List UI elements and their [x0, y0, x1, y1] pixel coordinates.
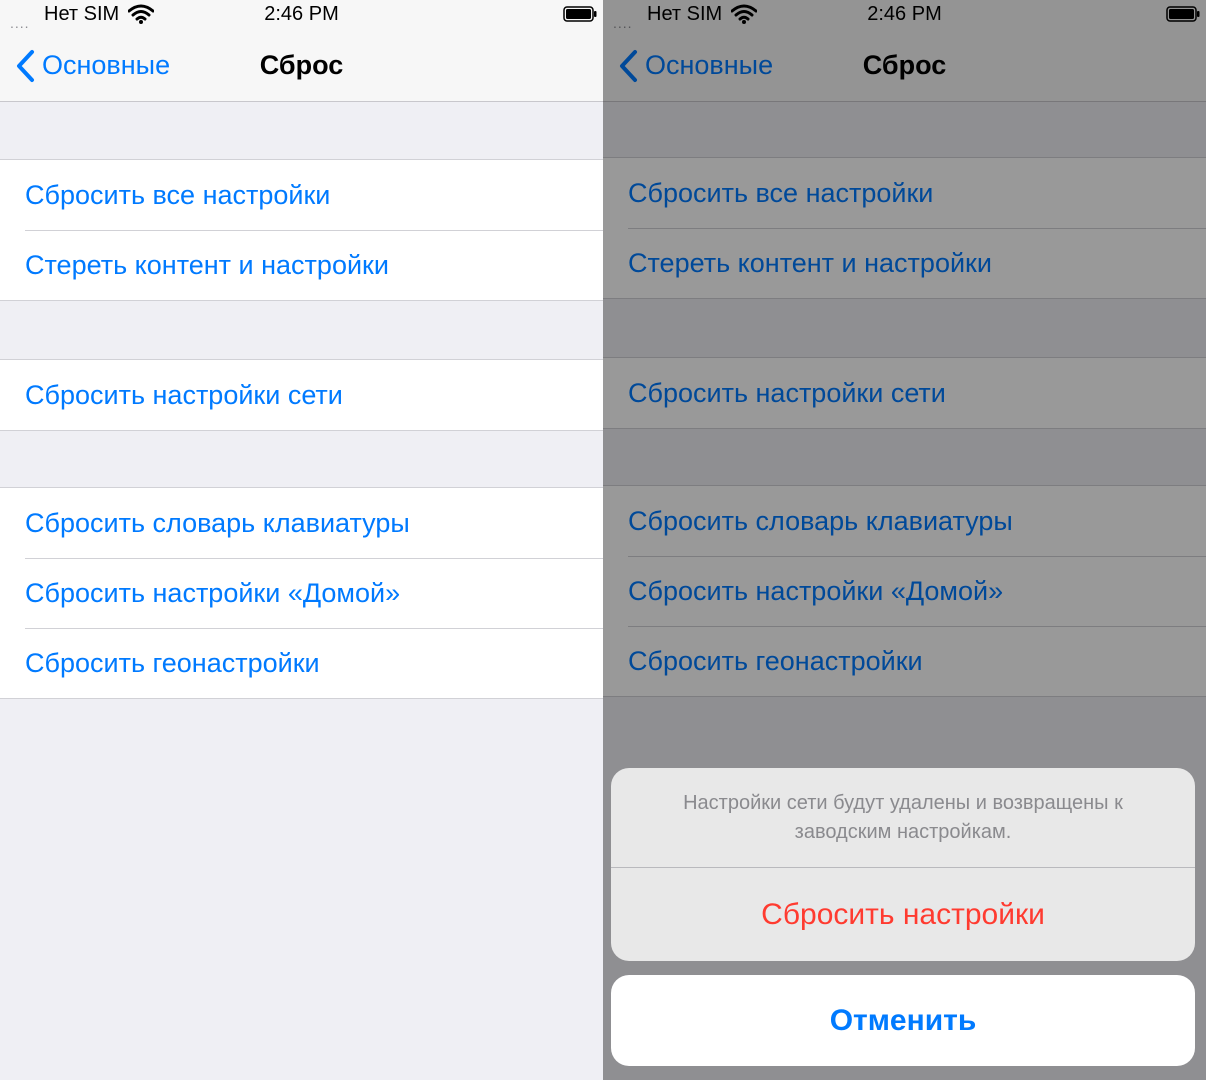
navigation-bar: Основные Сброс: [0, 30, 603, 102]
reset-screen-left: .... Нет SIM 2:46 PM Основные Сброс Сбро…: [0, 0, 603, 1080]
reset-network-button[interactable]: Сбросить настройки сети: [0, 360, 603, 430]
reset-screen-right: .... Нет SIM 2:46 PM Основные Сброс Сбро…: [603, 0, 1206, 1080]
reset-group-3: Сбросить словарь клавиатуры Сбросить нас…: [0, 487, 603, 699]
reset-location-button[interactable]: Сбросить геонастройки: [0, 628, 603, 698]
action-sheet-message: Настройки сети будут удалены и возвращен…: [683, 791, 1123, 843]
status-time: 2:46 PM: [264, 3, 339, 25]
reset-home-layout-button[interactable]: Сбросить настройки «Домой»: [0, 558, 603, 628]
action-sheet: Настройки сети будут удалены и возвращен…: [611, 768, 1195, 961]
cancel-button[interactable]: Отменить: [611, 975, 1195, 1066]
reset-group-2: Сбросить настройки сети: [0, 359, 603, 431]
reset-all-settings-button[interactable]: Сбросить все настройки: [0, 160, 603, 230]
reset-settings-button[interactable]: Сбросить настройки: [611, 868, 1195, 961]
reset-group-1: Сбросить все настройки Стереть контент и…: [0, 159, 603, 301]
page-title: Сброс: [259, 50, 344, 80]
erase-content-button[interactable]: Стереть контент и настройки: [0, 230, 603, 300]
battery-icon: [563, 6, 597, 22]
reset-keyboard-dictionary-button[interactable]: Сбросить словарь клавиатуры: [0, 488, 603, 558]
status-bar: .... Нет SIM 2:46 PM: [0, 0, 603, 30]
